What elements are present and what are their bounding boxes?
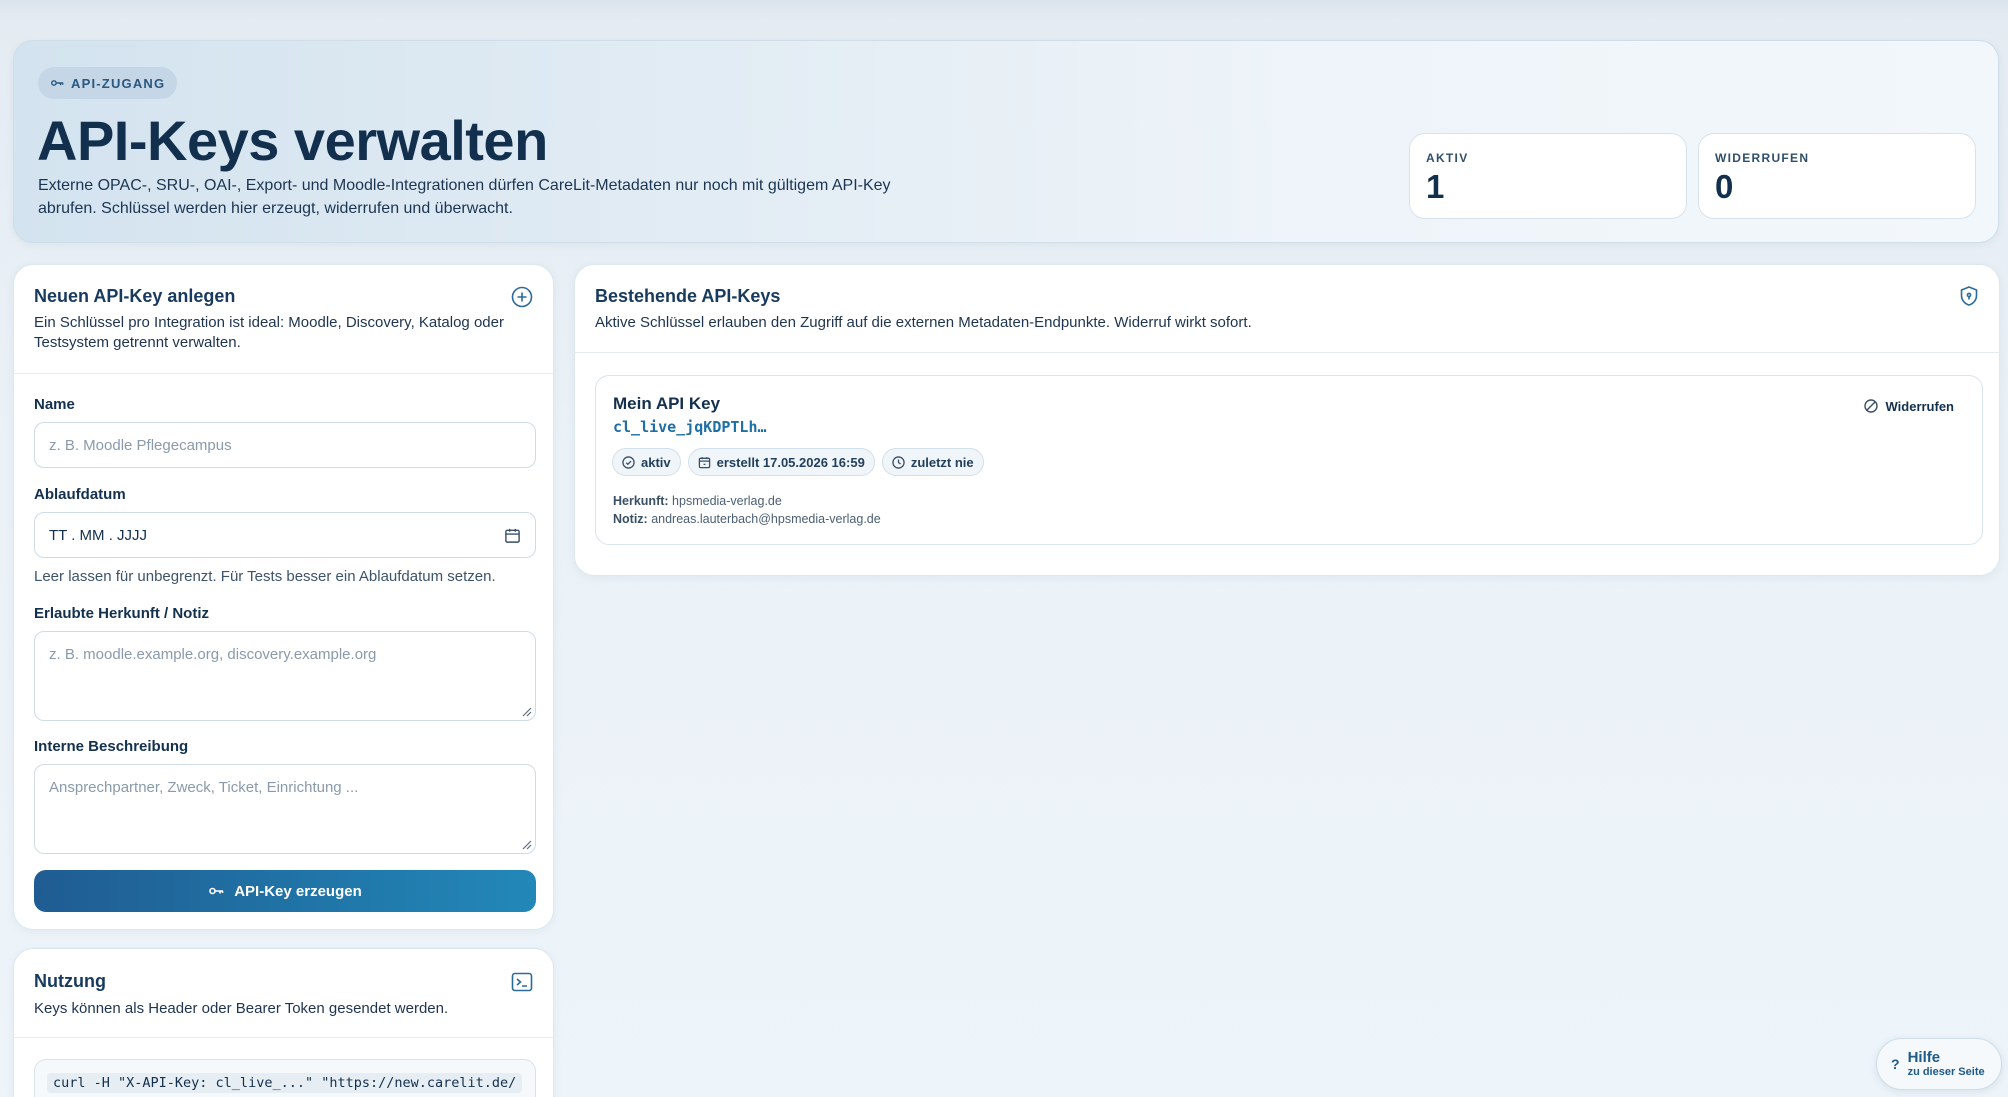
description-label: Interne Beschreibung xyxy=(34,738,189,755)
keys-card-subtitle: Aktive Schlüssel erlauben den Zugriff au… xyxy=(595,314,1252,331)
revoke-button-label: Widerrufen xyxy=(1885,398,1955,414)
plus-circle-icon xyxy=(511,286,533,308)
api-access-badge: API-ZUGANG xyxy=(38,67,178,99)
name-label: Name xyxy=(34,396,75,413)
help-button[interactable]: ? Hilfe zu dieser Seite xyxy=(1876,1038,2002,1090)
ban-icon xyxy=(1863,399,1878,413)
create-card-title: Neuen API-Key anlegen xyxy=(34,286,236,306)
calendar-icon[interactable] xyxy=(504,527,521,544)
help-subtitle: zu dieser Seite xyxy=(1907,1065,1985,1078)
terminal-icon xyxy=(511,972,533,992)
key-icon xyxy=(51,80,64,86)
usage-code-block: curl -H "X-API-Key: cl_live_..." "https:… xyxy=(34,1059,536,1097)
create-key-button[interactable]: API-Key erzeugen xyxy=(34,870,536,912)
created-badge: erstellt 17.05.2026 16:59 xyxy=(687,448,875,476)
create-key-button-label: API-Key erzeugen xyxy=(234,882,362,900)
status-label: aktiv xyxy=(641,454,671,470)
origin-meta-label: Herkunft: xyxy=(613,494,669,508)
divider xyxy=(14,373,555,374)
key-icon xyxy=(209,887,224,895)
key-origin: Herkunft: hpsmedia-verlag.de xyxy=(613,494,782,508)
created-label: erstellt 17.05.2026 16:59 xyxy=(716,454,865,470)
create-key-card: Neuen API-Key anlegen Ein Schlüssel pro … xyxy=(13,264,555,930)
usage-card: Nutzung Keys können als Header oder Bear… xyxy=(13,948,555,1097)
expiry-hint: Leer lassen für unbegrenzt. Für Tests be… xyxy=(34,568,496,585)
expiry-date-value: TT . MM . JJJJ xyxy=(49,526,148,544)
origin-textarea[interactable] xyxy=(34,631,536,721)
stat-revoked: WIDERRUFEN 0 xyxy=(1698,133,1976,219)
page-title: API-Keys verwalten xyxy=(37,109,548,172)
status-badge: aktiv xyxy=(612,448,681,476)
expiry-label: Ablaufdatum xyxy=(34,486,126,503)
expiry-date-input[interactable]: TT . MM . JJJJ xyxy=(34,512,536,558)
key-chips: aktiv erstellt 17.05.2026 16:59 zuletzt … xyxy=(612,448,984,476)
clock-icon xyxy=(892,455,905,469)
last-used-label: zuletzt nie xyxy=(910,454,974,470)
key-note: Notiz: andreas.lauterbach@hpsmedia-verla… xyxy=(613,512,881,526)
key-name: Mein API Key xyxy=(613,394,721,413)
stat-revoked-label: WIDERRUFEN xyxy=(1715,151,1810,165)
note-meta-value: andreas.lauterbach@hpsmedia-verlag.de xyxy=(651,512,881,526)
top-strip xyxy=(0,0,2008,20)
note-meta-label: Notiz: xyxy=(613,512,648,526)
divider xyxy=(575,352,2001,353)
usage-title: Nutzung xyxy=(34,971,106,991)
revoke-button[interactable]: Widerrufen xyxy=(1850,390,1969,422)
name-input[interactable] xyxy=(34,422,536,468)
page-header: API-ZUGANG API-Keys verwalten Externe OP… xyxy=(13,40,1999,243)
create-card-subtitle: Ein Schlüssel pro Integration ist ideal:… xyxy=(34,314,504,351)
divider xyxy=(14,1037,555,1038)
description-textarea[interactable] xyxy=(34,764,536,854)
badge-label: API-ZUGANG xyxy=(71,75,166,91)
calendar-icon xyxy=(698,456,710,468)
stat-revoked-value: 0 xyxy=(1715,168,1734,205)
check-circle-icon xyxy=(622,455,635,469)
shield-icon xyxy=(1960,286,1978,306)
stat-active-value: 1 xyxy=(1426,168,1445,205)
key-prefix: cl_live_jqKDPTLh… xyxy=(613,418,767,436)
keys-card-title: Bestehende API-Keys xyxy=(595,286,781,306)
help-title: Hilfe xyxy=(1907,1048,1941,1066)
last-used-badge: zuletzt nie xyxy=(881,448,984,476)
page-description: Externe OPAC-, SRU-, OAI-, Export- und M… xyxy=(38,177,891,217)
origin-label: Erlaubte Herkunft / Notiz xyxy=(34,605,210,622)
resize-handle-icon[interactable] xyxy=(520,705,532,717)
stat-active-label: AKTIV xyxy=(1426,151,1469,165)
existing-keys-card: Bestehende API-Keys Aktive Schlüssel erl… xyxy=(574,264,2001,576)
api-key-item: Mein API Key cl_live_jqKDPTLh… aktiv ers… xyxy=(595,375,1983,545)
help-icon: ? xyxy=(1891,1056,1900,1072)
origin-meta-value: hpsmedia-verlag.de xyxy=(672,494,782,508)
stat-active: AKTIV 1 xyxy=(1409,133,1687,219)
usage-code: curl -H "X-API-Key: cl_live_..." "https:… xyxy=(47,1073,523,1093)
resize-handle-icon[interactable] xyxy=(520,838,532,850)
help-text: Hilfe zu dieser Seite xyxy=(1907,1048,1985,1079)
usage-subtitle: Keys können als Header oder Bearer Token… xyxy=(34,1000,449,1017)
